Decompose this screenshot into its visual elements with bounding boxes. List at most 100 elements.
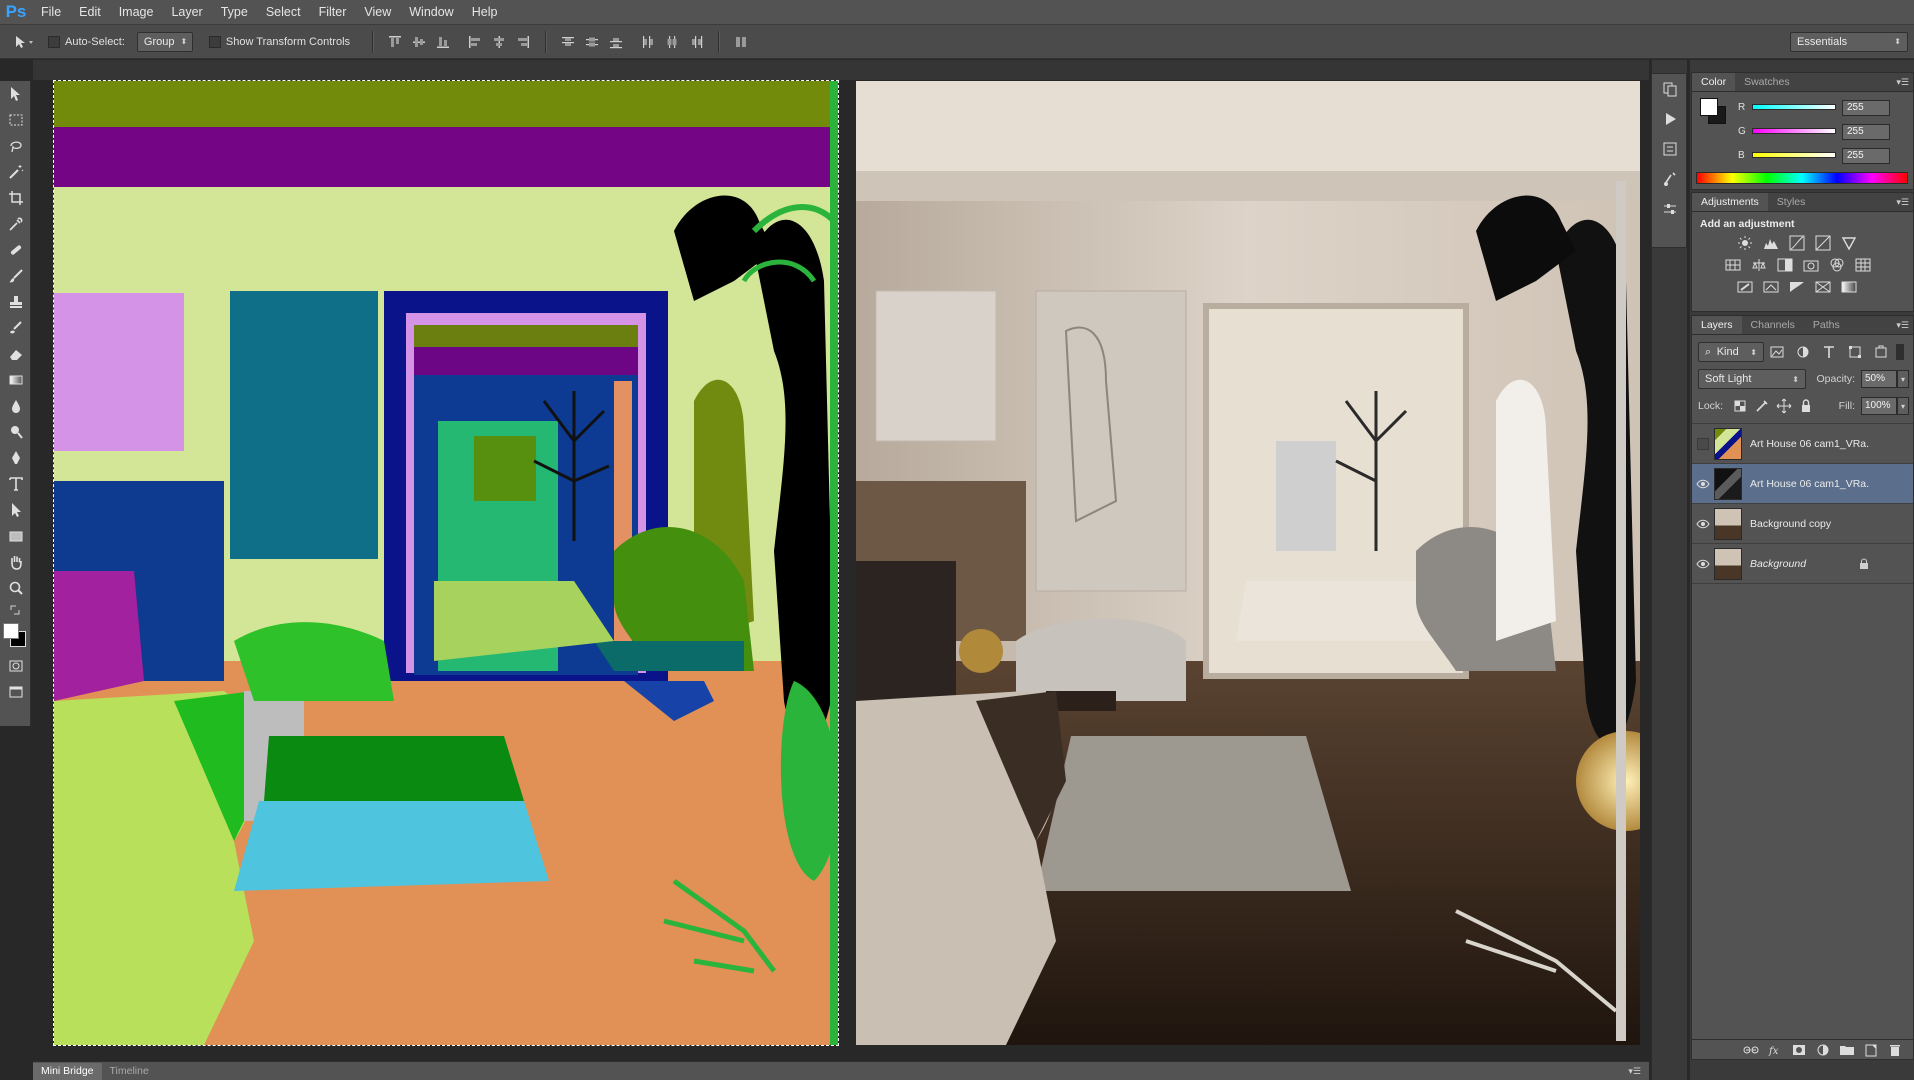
- channel-b-value[interactable]: 255: [1842, 148, 1890, 164]
- tab-adjustments[interactable]: Adjustments: [1692, 193, 1768, 211]
- clone-stamp-tool[interactable]: [0, 289, 31, 315]
- color-spectrum-ramp[interactable]: [1696, 172, 1908, 184]
- history-panel-button[interactable]: [1652, 74, 1688, 104]
- lasso-tool[interactable]: [0, 133, 31, 159]
- rectangle-tool[interactable]: [0, 523, 31, 549]
- layer-visibility-toggle[interactable]: [1692, 519, 1714, 529]
- menu-select[interactable]: Select: [257, 0, 310, 25]
- auto-select-dropdown[interactable]: Group ⬍: [136, 31, 193, 52]
- panel-menu-icon[interactable]: ▾☰: [1896, 320, 1909, 331]
- tab-swatches[interactable]: Swatches: [1735, 73, 1799, 91]
- dodge-tool[interactable]: [0, 419, 31, 445]
- align-bottom-icon[interactable]: [435, 34, 451, 50]
- distribute-top-icon[interactable]: [560, 34, 576, 50]
- selective-color-icon[interactable]: [1810, 276, 1836, 298]
- color-lookup-icon[interactable]: [1850, 254, 1876, 276]
- filter-adjustment-icon[interactable]: [1790, 341, 1816, 363]
- brush-tool[interactable]: [0, 263, 31, 289]
- menu-edit[interactable]: Edit: [70, 0, 110, 25]
- new-layer-icon[interactable]: [1859, 1039, 1883, 1061]
- tab-mini-bridge[interactable]: Mini Bridge: [33, 1063, 102, 1080]
- filter-smart-object-icon[interactable]: [1868, 341, 1894, 363]
- swap-colors[interactable]: [0, 601, 31, 619]
- zoom-tool[interactable]: [0, 575, 31, 601]
- layer-visibility-toggle[interactable]: [1692, 437, 1714, 450]
- channel-b-slider[interactable]: [1752, 152, 1836, 158]
- align-left-icon[interactable]: [467, 34, 483, 50]
- layer-row[interactable]: Art House 06 cam1_VRa...: [1692, 424, 1913, 464]
- layer-row-selected[interactable]: Art House 06 cam1_VRa...: [1692, 464, 1913, 504]
- distribute-vcenter-icon[interactable]: [584, 34, 600, 50]
- show-transform-checkbox[interactable]: [208, 35, 221, 48]
- new-adjustment-layer-icon[interactable]: [1811, 1039, 1835, 1061]
- distribute-bottom-icon[interactable]: [608, 34, 624, 50]
- add-mask-icon[interactable]: [1787, 1039, 1811, 1061]
- menu-filter[interactable]: Filter: [310, 0, 356, 25]
- align-top-icon[interactable]: [387, 34, 403, 50]
- tab-timeline[interactable]: Timeline: [102, 1063, 157, 1080]
- opacity-input[interactable]: 50%: [1861, 370, 1897, 388]
- fill-dropdown-icon[interactable]: ▾: [1897, 397, 1909, 415]
- eraser-tool[interactable]: [0, 341, 31, 367]
- tab-channels[interactable]: Channels: [1742, 316, 1804, 334]
- layer-name[interactable]: Art House 06 cam1_VRa...: [1750, 478, 1870, 490]
- tool-presets-panel-button[interactable]: [1652, 194, 1688, 224]
- panel-menu-icon[interactable]: ▾☰: [1896, 77, 1909, 88]
- gradient-tool[interactable]: [0, 367, 31, 393]
- magic-wand-tool[interactable]: [0, 159, 31, 185]
- posterize-icon[interactable]: [1758, 276, 1784, 298]
- rendered-interior-canvas[interactable]: [856, 81, 1640, 1045]
- hand-tool[interactable]: [0, 549, 31, 575]
- pen-tool[interactable]: [0, 445, 31, 471]
- threshold-icon[interactable]: [1784, 276, 1810, 298]
- channel-mixer-icon[interactable]: [1824, 254, 1850, 276]
- type-tool[interactable]: [0, 471, 31, 497]
- layer-name[interactable]: Background: [1750, 558, 1858, 570]
- link-layers-icon[interactable]: [1739, 1039, 1763, 1061]
- healing-brush-tool[interactable]: [0, 237, 31, 263]
- menu-image[interactable]: Image: [110, 0, 163, 25]
- auto-select-option[interactable]: Auto-Select:: [48, 35, 125, 48]
- actions-panel-button[interactable]: [1652, 104, 1688, 134]
- workspace-switcher[interactable]: Essentials ⬍: [1790, 31, 1908, 52]
- new-group-folder-icon[interactable]: [1835, 1039, 1859, 1061]
- black-white-icon[interactable]: [1772, 254, 1798, 276]
- delete-layer-trash-icon[interactable]: [1883, 1039, 1907, 1061]
- vibrance-icon[interactable]: [1836, 232, 1862, 254]
- layer-name[interactable]: Background copy: [1750, 518, 1870, 530]
- tool-preset-picker[interactable]: [0, 35, 48, 49]
- fill-input[interactable]: 100%: [1861, 397, 1897, 415]
- blend-mode-dropdown[interactable]: Soft Light ⬍: [1698, 369, 1806, 389]
- lock-position-icon[interactable]: [1773, 395, 1795, 417]
- layer-visibility-toggle[interactable]: [1692, 479, 1714, 489]
- tab-paths[interactable]: Paths: [1804, 316, 1849, 334]
- curves-icon[interactable]: [1784, 232, 1810, 254]
- menu-view[interactable]: View: [355, 0, 400, 25]
- levels-icon[interactable]: [1758, 232, 1784, 254]
- crop-tool[interactable]: [0, 185, 31, 211]
- panel-menu-icon[interactable]: ▾☰: [1896, 197, 1909, 208]
- auto-align-icon[interactable]: [733, 34, 749, 50]
- show-transform-option[interactable]: Show Transform Controls: [208, 35, 350, 48]
- menu-help[interactable]: Help: [463, 0, 507, 25]
- panel-menu-icon[interactable]: ▾☰: [1620, 1066, 1649, 1080]
- menu-file[interactable]: File: [32, 0, 70, 25]
- lock-pixels-icon[interactable]: [1751, 395, 1773, 417]
- history-brush-tool[interactable]: [0, 315, 31, 341]
- layer-row[interactable]: Background: [1692, 544, 1913, 584]
- distribute-right-icon[interactable]: [688, 34, 704, 50]
- foreground-swatch[interactable]: [1700, 98, 1718, 116]
- material-id-canvas[interactable]: [53, 80, 839, 1046]
- move-tool[interactable]: [0, 81, 31, 107]
- foreground-color-swatch[interactable]: [3, 623, 19, 639]
- photo-filter-icon[interactable]: [1798, 254, 1824, 276]
- layer-visibility-toggle[interactable]: [1692, 559, 1714, 569]
- layer-style-fx-icon[interactable]: fx: [1763, 1039, 1787, 1061]
- color-balance-icon[interactable]: [1746, 254, 1772, 276]
- hue-saturation-icon[interactable]: [1720, 254, 1746, 276]
- layer-row[interactable]: Background copy: [1692, 504, 1913, 544]
- menu-type[interactable]: Type: [212, 0, 257, 25]
- menu-window[interactable]: Window: [400, 0, 462, 25]
- filter-toggle[interactable]: [1896, 344, 1904, 360]
- channel-r-value[interactable]: 255: [1842, 100, 1890, 116]
